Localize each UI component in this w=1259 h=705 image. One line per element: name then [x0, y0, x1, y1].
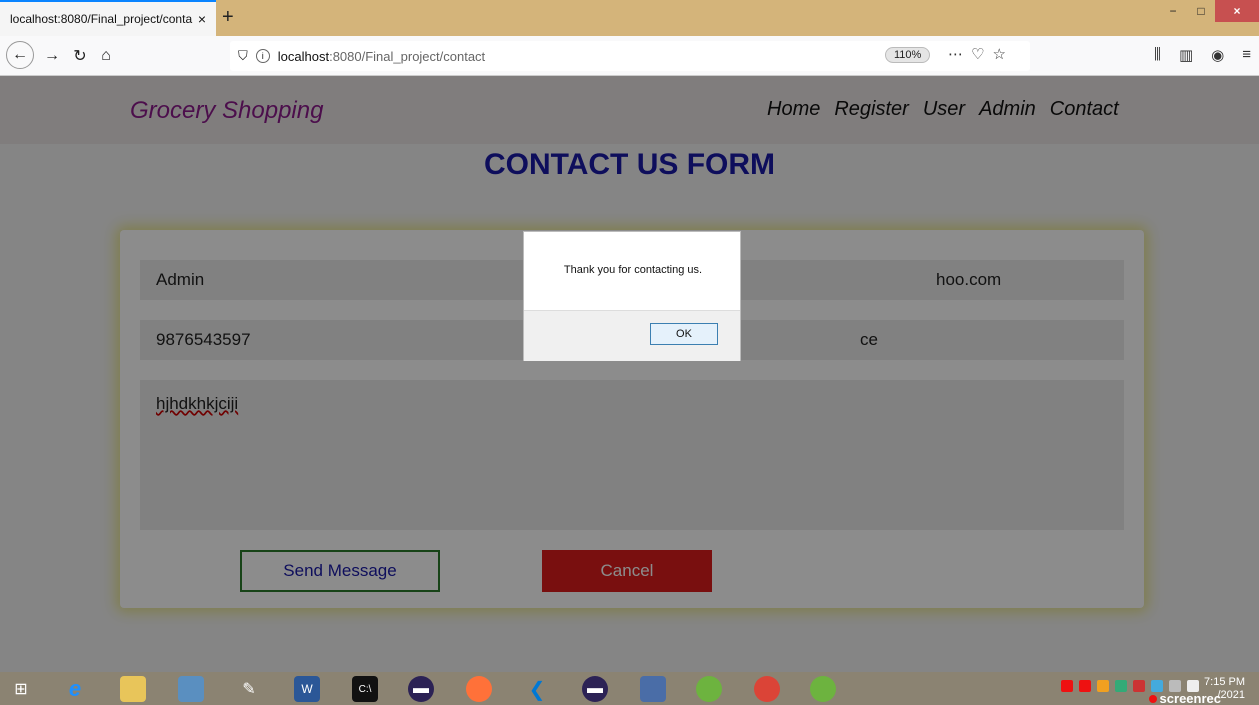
library-icon[interactable]: ⫼ [1154, 46, 1161, 64]
taskbar: ⊞ e ✎ W C:\ ▬ ❮ ▬ screenrec 7:15 PM /202… [0, 672, 1259, 705]
alert-message: Thank you for contacting us. [563, 264, 703, 276]
reload-icon[interactable]: ↻ [66, 42, 94, 70]
tray-icon[interactable] [1115, 680, 1127, 692]
browser-tab[interactable]: localhost:8080/Final_project/conta × [0, 0, 216, 36]
page-actions: ⋯♡☆ [948, 45, 1014, 63]
word-icon[interactable]: W [294, 676, 320, 702]
spring-icon-2[interactable] [810, 676, 836, 702]
tray-icon[interactable] [1079, 680, 1091, 692]
minimize-button[interactable]: − [1159, 0, 1187, 22]
file-explorer-icon[interactable] [120, 676, 146, 702]
menu-icon[interactable]: ≡ [1242, 46, 1251, 64]
alert-dialog: Thank you for contacting us. OK [523, 231, 741, 361]
spring-icon[interactable] [696, 676, 722, 702]
windows-start-icon[interactable]: ⊞ [8, 676, 34, 702]
window-controls: − □ × [1159, 0, 1259, 22]
internet-explorer-icon[interactable]: e [62, 676, 88, 702]
url-host: localhost [277, 48, 330, 64]
more-icon[interactable]: ⋯ [948, 46, 971, 63]
new-tab-button[interactable]: + [222, 6, 234, 29]
mysql-workbench-icon[interactable] [640, 676, 666, 702]
info-icon[interactable]: i [255, 49, 270, 63]
modal-overlay [0, 76, 1259, 672]
clock[interactable]: 7:15 PM /2021 [1204, 676, 1245, 702]
close-window-button[interactable]: × [1215, 0, 1259, 22]
tray-icon[interactable] [1133, 680, 1145, 692]
notebook-icon[interactable] [178, 676, 204, 702]
ok-button[interactable]: OK [650, 323, 718, 345]
firefox-icon[interactable] [466, 676, 492, 702]
vscode-icon[interactable]: ❮ [524, 676, 550, 702]
close-tab-icon[interactable]: × [198, 11, 206, 27]
nav-toolbar: ← → ↻ ⌂ ⛉ i localhost:8080/Final_project… [0, 36, 1259, 76]
url-bar[interactable]: ⛉ i localhost:8080/Final_project/contact… [230, 41, 1030, 71]
forward-icon[interactable]: → [38, 42, 66, 70]
paint-icon[interactable]: ✎ [236, 676, 262, 702]
sidebar-icon[interactable]: ▥ [1179, 46, 1193, 64]
back-icon[interactable]: ← [6, 41, 34, 69]
alert-footer: OK [524, 310, 740, 361]
url-path: :8080/Final_project/contact [329, 48, 486, 64]
shield-icon[interactable]: ⛉ [238, 48, 248, 64]
zoom-indicator[interactable]: 110% [885, 47, 931, 63]
clock-time: 7:15 PM [1204, 676, 1245, 688]
tab-strip: localhost:8080/Final_project/conta × + −… [0, 0, 1259, 36]
maximize-button[interactable]: □ [1187, 0, 1215, 22]
pocket-icon[interactable]: ♡ [971, 46, 992, 63]
cmd-icon[interactable]: C:\ [352, 676, 378, 702]
record-icon [1148, 695, 1157, 703]
eclipse-icon[interactable]: ▬ [408, 676, 434, 702]
home-icon[interactable]: ⌂ [92, 42, 120, 70]
tray-icon[interactable] [1097, 680, 1109, 692]
toolbar-right: ⫼ ▥ ◉ ≡ [1154, 46, 1251, 64]
eclipse-icon-2[interactable]: ▬ [582, 676, 608, 702]
tray-icon[interactable] [1061, 680, 1073, 692]
account-icon[interactable]: ◉ [1211, 46, 1224, 64]
clock-date: /2021 [1217, 689, 1245, 701]
star-icon[interactable]: ☆ [992, 46, 1013, 63]
chrome-icon[interactable] [754, 676, 780, 702]
tab-title: localhost:8080/Final_project/conta [10, 12, 193, 26]
